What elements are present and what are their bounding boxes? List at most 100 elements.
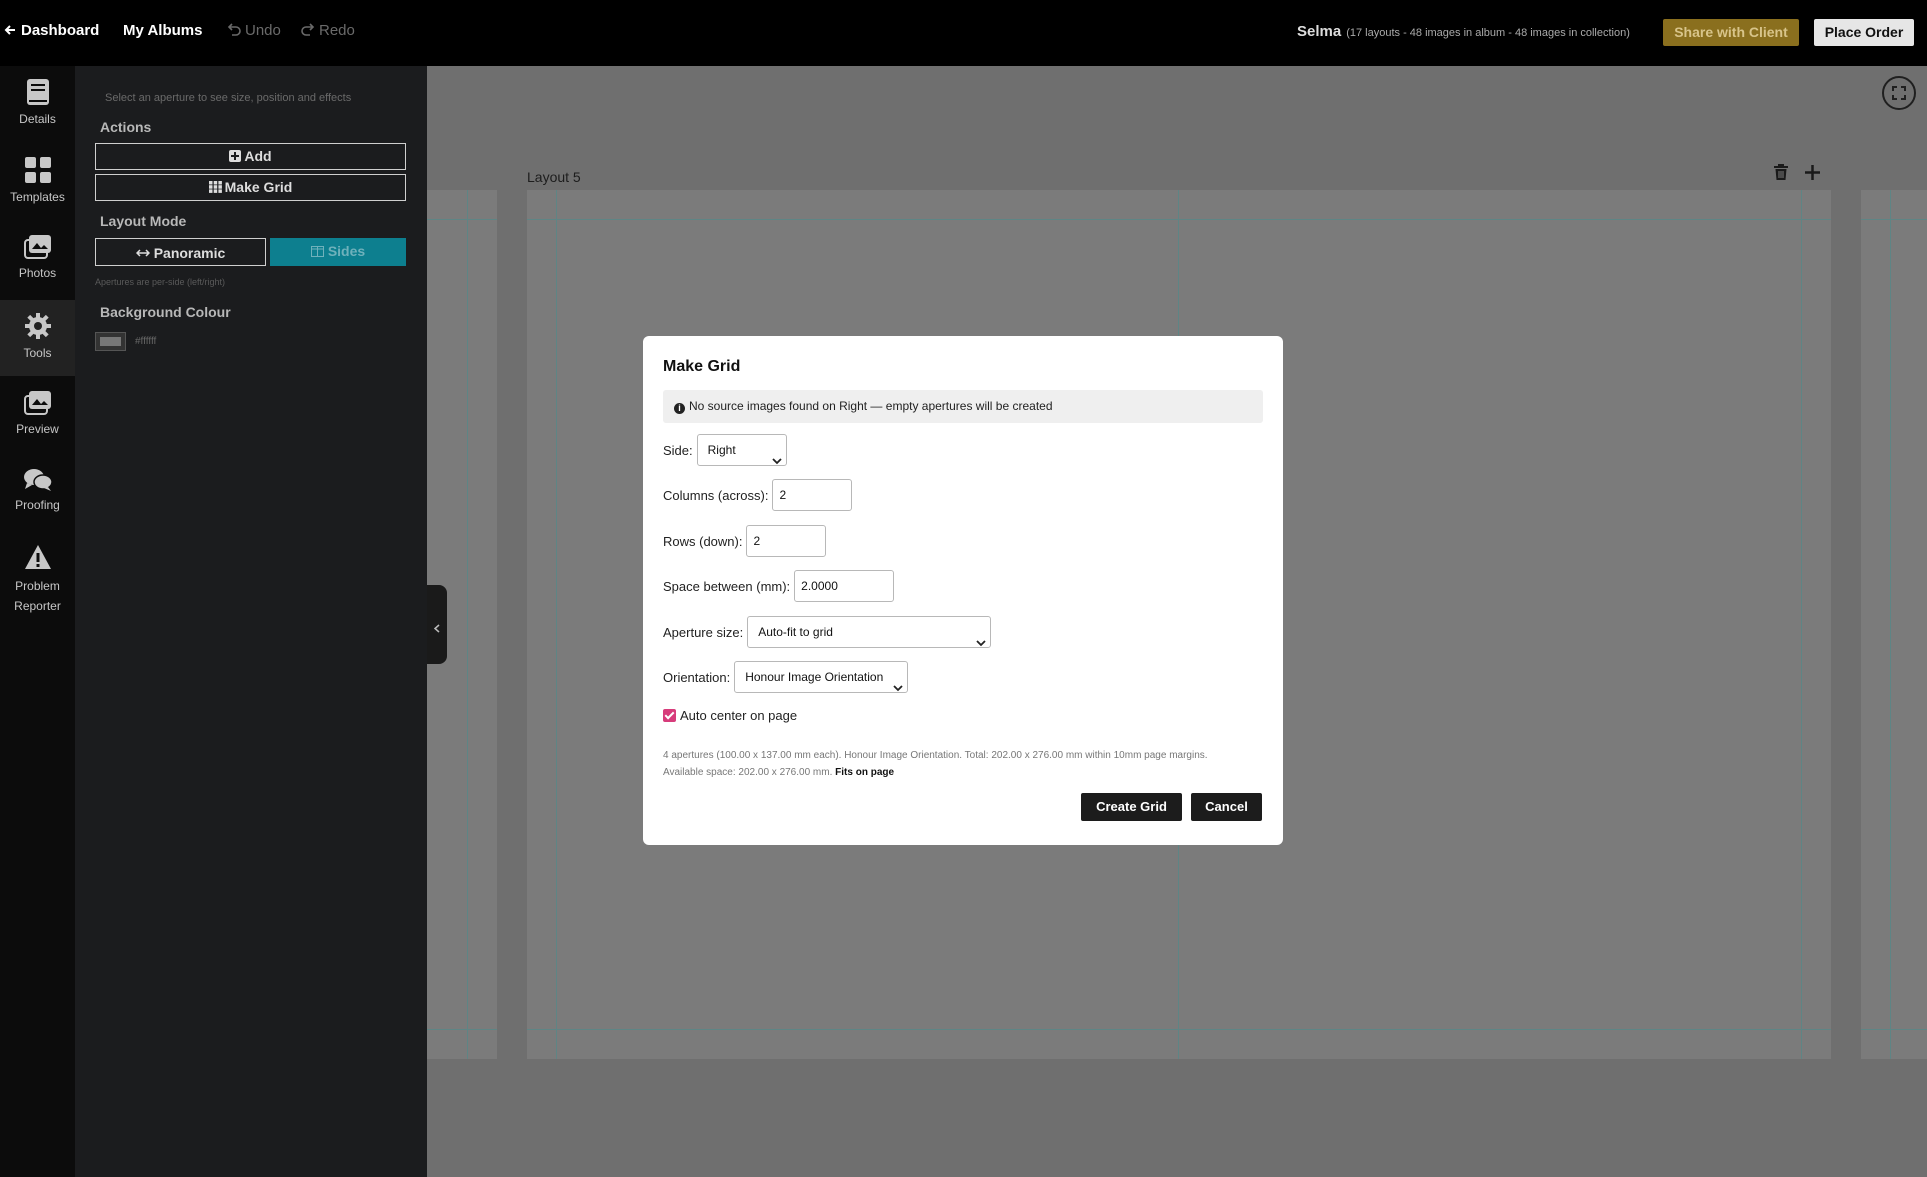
gear-icon	[0, 312, 75, 340]
sidebar-item-label: Templates	[10, 190, 65, 204]
columns-field: Columns (across): 2	[663, 479, 853, 511]
side-field: Side: Right	[663, 434, 787, 466]
sidebar-item-label-line2: Reporter	[14, 599, 61, 613]
columns-icon	[310, 239, 324, 265]
album-stats: (17 layouts - 48 images in album - 48 im…	[1346, 27, 1630, 39]
grid-icon	[0, 156, 75, 184]
rows-label: Rows (down):	[663, 533, 743, 549]
page-next[interactable]	[1861, 190, 1927, 1059]
cancel-button[interactable]: Cancel	[1191, 793, 1262, 821]
space-between-label: Space between (mm):	[663, 578, 791, 594]
columns-label: Columns (across):	[663, 487, 769, 503]
arrows-horizontal-icon	[135, 239, 150, 265]
fits-status: Fits on page	[835, 767, 895, 778]
columns-input[interactable]: 2	[772, 479, 853, 511]
aperture-size-select[interactable]: Auto-fit to grid	[747, 616, 992, 648]
auto-center-checkbox[interactable]	[663, 709, 676, 722]
background-colour-swatch[interactable]	[95, 332, 126, 351]
sides-mode-button[interactable]: Sides	[270, 238, 406, 266]
space-between-input[interactable]: 2.0000	[794, 570, 895, 602]
sidebar-item-label: Photos	[18, 266, 57, 280]
panoramic-mode-button[interactable]: Panoramic	[95, 238, 266, 266]
sidebar-item-label: Preview	[16, 422, 59, 436]
sidebar-item-photos[interactable]: Photos	[0, 234, 75, 294]
layout-label: Layout 5	[527, 169, 581, 185]
orientation-select[interactable]: Honour Image Orientation	[734, 661, 909, 693]
preview-icon	[0, 390, 75, 416]
aperture-size-value: Auto-fit to grid	[758, 625, 833, 639]
sidebar-item-proofing[interactable]: Proofing	[0, 468, 75, 528]
warning-icon	[0, 544, 75, 570]
share-with-client-button[interactable]: Share with Client	[1663, 19, 1799, 46]
album-name: Selma	[1297, 23, 1342, 40]
photos-icon	[0, 234, 75, 260]
chevron-down-icon	[976, 628, 986, 658]
sidebar-item-templates[interactable]: Templates	[0, 156, 75, 216]
redo-icon	[301, 23, 315, 40]
sidebar-item-label: Problem	[15, 579, 60, 593]
top-bar: Dashboard My Albums Undo Redo Selma (17 l…	[0, 0, 1927, 66]
dashboard-label: Dashboard	[21, 22, 100, 39]
sidebar-item-label: Details	[19, 112, 56, 126]
layout-mode-heading: Layout Mode	[100, 213, 187, 229]
info-icon: i	[674, 403, 685, 414]
sidebar-item-tools[interactable]: Tools	[0, 300, 75, 376]
create-grid-button[interactable]: Create Grid	[1081, 793, 1182, 821]
fullscreen-button[interactable]	[1882, 76, 1916, 110]
arrow-left-icon	[4, 23, 16, 40]
orientation-label: Orientation:	[663, 669, 731, 685]
sidebar-item-details[interactable]: Details	[0, 78, 75, 138]
plus-square-icon	[229, 145, 242, 170]
sides-label: Sides	[327, 243, 366, 259]
dialog-title: Make Grid	[663, 358, 741, 375]
undo-label: Undo	[245, 22, 281, 39]
orientation-value: Honour Image Orientation	[745, 670, 884, 684]
make-grid-label: Make Grid	[224, 179, 293, 195]
my-albums-link[interactable]: My Albums	[123, 22, 202, 39]
aperture-size-field: Aperture size: Auto-fit to grid	[663, 616, 992, 648]
comments-icon	[0, 468, 75, 492]
trash-icon[interactable]	[1774, 164, 1788, 185]
tools-panel: Select an aperture to see size, position…	[75, 66, 427, 1177]
undo-icon	[227, 23, 241, 40]
chevron-left-icon	[433, 620, 440, 638]
expand-icon	[1892, 86, 1906, 105]
chevron-down-icon	[772, 446, 782, 476]
summary-line-2: Available space: 202.00 x 276.00 mm.	[663, 767, 833, 778]
album-title: Selma (17 layouts - 48 images in album - …	[1297, 23, 1630, 40]
place-order-button[interactable]: Place Order	[1814, 19, 1914, 46]
space-between-field: Space between (mm): 2.0000	[663, 570, 895, 602]
redo-label: Redo	[319, 22, 355, 39]
auto-center-field: Auto center on page	[663, 708, 797, 723]
panel-collapse-handle[interactable]	[427, 585, 447, 664]
sidebar-item-problem-reporter[interactable]: Problem Reporter	[0, 544, 75, 624]
side-select[interactable]: Right	[696, 434, 787, 466]
sidebar-item-label: Proofing	[15, 498, 60, 512]
background-colour-heading: Background Colour	[100, 304, 231, 320]
chevron-down-icon	[893, 673, 903, 703]
make-grid-button[interactable]: Make Grid	[95, 174, 406, 201]
add-aperture-button[interactable]: Add	[95, 143, 406, 170]
undo-button[interactable]: Undo	[227, 22, 281, 40]
side-value: Right	[707, 443, 736, 457]
grid-summary: 4 apertures (100.00 x 137.00 mm each). H…	[663, 747, 1263, 781]
side-label: Side:	[663, 442, 693, 458]
grid-small-icon	[208, 176, 222, 201]
sides-hint: Apertures are per-side (left/right)	[95, 277, 226, 287]
alert-text: No source images found on Right — empty …	[689, 399, 1053, 413]
redo-button[interactable]: Redo	[301, 22, 355, 40]
aperture-size-label: Aperture size:	[663, 624, 744, 640]
icon-sidebar: Details Templates Photos Tools Preview P…	[0, 66, 75, 1177]
info-alert: i No source images found on Right — empty…	[663, 390, 1263, 423]
summary-line-1: 4 apertures (100.00 x 137.00 mm each). H…	[663, 750, 1208, 761]
auto-center-label[interactable]: Auto center on page	[680, 708, 797, 723]
rows-input[interactable]: 2	[746, 525, 827, 557]
make-grid-dialog: Make Grid i No source images found on Rig…	[643, 336, 1283, 845]
rows-field: Rows (down): 2	[663, 525, 827, 557]
orientation-field: Orientation: Honour Image Orientation	[663, 661, 909, 693]
panoramic-label: Panoramic	[153, 245, 226, 261]
plus-icon[interactable]	[1805, 165, 1820, 185]
sidebar-item-preview[interactable]: Preview	[0, 390, 75, 450]
dashboard-link[interactable]: Dashboard	[4, 22, 99, 40]
book-icon	[0, 78, 75, 106]
